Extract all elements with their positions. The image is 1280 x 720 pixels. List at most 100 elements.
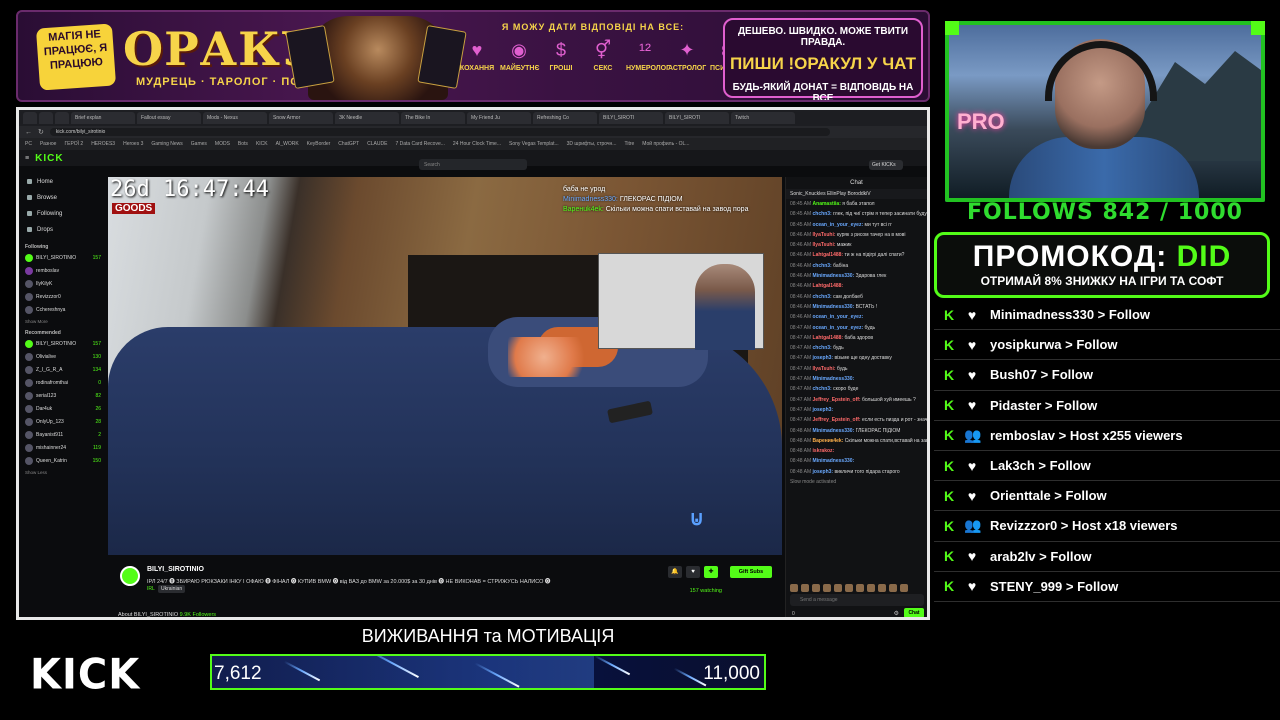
bookmark[interactable]: AI_WORK [276,141,299,147]
chat-username[interactable]: joseph3: [813,355,834,361]
recommended-item[interactable]: Dar4uk 26 [25,405,101,413]
chat-username[interactable]: joseph3: [813,469,834,475]
chat-username[interactable]: Minimadness330: [813,304,855,310]
chat-message-input[interactable]: Send a message [790,594,924,606]
chat-username[interactable]: Jeffrey_Epstein_off: [813,417,861,423]
language-tag[interactable]: Ukrainian [158,585,186,593]
chat-username[interactable]: ocean_in_your_eyez: [813,222,864,228]
chat-send-button[interactable]: Chat [904,608,924,617]
following-item[interactable]: Cchereshnya [25,306,101,314]
chat-username[interactable]: iskrakoz: [813,448,835,454]
bookmark[interactable]: Sony Vegas Templat... [509,141,559,147]
recommended-item[interactable]: rodinafromthai 0 [25,379,101,387]
emote[interactable] [790,584,798,592]
chat-username[interactable]: Minimadness330: [813,428,855,434]
emote[interactable] [878,584,886,592]
stream-video[interactable]: 26d 16:47:44 GOODS баба не урод Minimadn… [108,177,782,555]
browser-tab[interactable]: Fallout essay [137,112,201,124]
following-item[interactable]: remboslav [25,267,101,275]
browser-tab[interactable]: Mods - Nexus [203,112,267,124]
recommended-item[interactable]: BILYI_SIROTINIO 157 [25,340,101,348]
emote[interactable] [867,584,875,592]
bookmark[interactable]: Мой профиль - OL... [642,141,689,147]
follow-heart-icon[interactable]: ♥ [686,566,700,578]
emote[interactable] [834,584,842,592]
recommended-item[interactable]: mishainner24 119 [25,444,101,452]
back-icon[interactable]: ← [25,129,32,136]
recommended-item[interactable]: serial123 82 [25,392,101,400]
bookmark[interactable]: 24 Hour Clock Time... [453,141,501,147]
chat-username[interactable]: Jeffrey_Epstein_off: [813,397,861,403]
category-link[interactable]: IRL [147,586,155,592]
chat-username[interactable]: Minimadness330: [813,458,855,464]
browser-tab[interactable] [55,112,69,124]
bookmark[interactable]: Gaming News [151,141,182,147]
browser-tab[interactable]: Brief explan [71,112,135,124]
following-item[interactable]: Revizzzor0 [25,293,101,301]
recommended-item[interactable]: Olivialive 130 [25,353,101,361]
browser-tab[interactable] [23,112,37,124]
bookmark[interactable]: Titre [624,141,634,147]
bookmark[interactable]: Bots [238,141,248,147]
bookmark[interactable]: ChatGPT [338,141,359,147]
chat-username[interactable]: Minimadness330: [813,376,855,382]
search-input[interactable]: Search [419,159,527,170]
chat-username[interactable]: chchn3: [813,294,832,300]
chat-username[interactable]: joseph3: [813,407,834,413]
chat-username[interactable]: ocean_in_your_eyez: [813,325,864,331]
chat-username[interactable]: IlyaTsuhi: [813,366,836,372]
emote[interactable] [900,584,908,592]
nav-drops[interactable]: Drops [25,222,101,238]
emote[interactable] [801,584,809,592]
chat-username[interactable]: chchn3: [813,211,832,217]
chat-username[interactable]: ocean_in_your_eyez: [813,314,864,320]
bookmark[interactable]: PC [25,141,32,147]
menu-icon[interactable]: ≡ [25,155,29,162]
kick-site-logo[interactable]: KICK [35,153,63,164]
emote[interactable] [856,584,864,592]
channel-avatar[interactable] [120,566,140,586]
chat-username[interactable]: Lahtgal1488: [813,335,844,341]
chat-username[interactable]: IlyaTsuhi: [813,242,836,248]
gift-subs-button[interactable]: Gift Subs [730,566,772,578]
bookmark[interactable]: Разное [40,141,57,147]
bookmark[interactable]: KICK [256,141,268,147]
recommended-item[interactable]: Queen_Katrin 150 [25,457,101,465]
chat-username[interactable]: Lahtgal1488: [813,283,844,289]
chat-username[interactable]: Anamastiia: [813,201,841,207]
nav-following[interactable]: Following [25,206,101,222]
get-kicks-button[interactable]: Get KICKs [869,160,903,170]
bookmark[interactable]: MODS [215,141,230,147]
bookmark[interactable]: CLAUDE [367,141,387,147]
browser-tab[interactable]: Snow Armor [269,112,333,124]
emote-row[interactable] [790,584,908,592]
chat-username[interactable]: Вареник4ek: [813,438,844,444]
browser-tab[interactable]: Refreshing Co [533,112,597,124]
browser-tab[interactable]: ЗК Needle [335,112,399,124]
browser-tab[interactable]: BILYI_SIROTI [665,112,729,124]
url-input[interactable]: kick.com/bilyi_sirotinio [49,128,830,136]
recommended-item[interactable]: OnlyUp_123 28 [25,418,101,426]
bookmark[interactable]: Heroes 3 [123,141,143,147]
chat-username[interactable]: Lahtgal1488: [813,252,844,258]
bookmark[interactable]: HEROES3 [91,141,115,147]
bookmark[interactable]: ГЕРОЇ 2 [64,141,83,147]
emote[interactable] [812,584,820,592]
notification-bell-icon[interactable]: 🔔 [668,566,682,578]
chat-username[interactable]: chchn3: [813,263,832,269]
following-item[interactable]: IlyKilyK [25,280,101,288]
show-more-link[interactable]: Show More [25,319,101,324]
bookmark[interactable]: KeyBorder [307,141,331,147]
nav-browse[interactable]: Browse [25,190,101,206]
chat-username[interactable]: chchn3: [813,345,832,351]
bookmark[interactable]: 3D шрифты, строчн... [567,141,617,147]
channel-name[interactable]: BILYI_SIROTINIO [147,566,204,573]
chat-username[interactable]: Minimadness330: [813,273,855,279]
bookmark[interactable]: 7 Data Card Recove... [395,141,444,147]
browser-tab[interactable] [39,112,53,124]
nav-home[interactable]: Home [25,174,101,190]
browser-tab[interactable]: My Friend Ju [467,112,531,124]
gear-icon[interactable]: ⚙ [894,610,899,617]
emote[interactable] [845,584,853,592]
recommended-item[interactable]: Bayanist911 2 [25,431,101,439]
